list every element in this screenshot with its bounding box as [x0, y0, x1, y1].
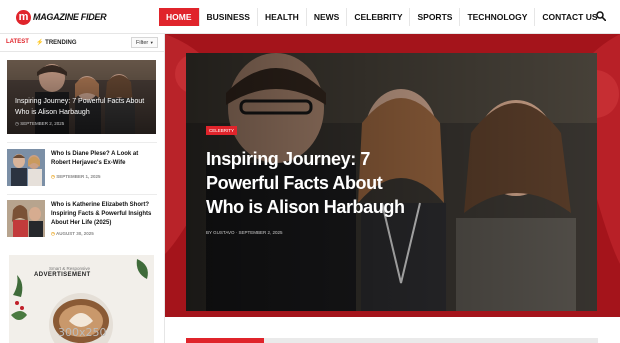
filter-dropdown[interactable]: Filter ▼ [131, 37, 158, 48]
clock-icon: ◷ [51, 174, 55, 179]
sidebar: LATEST ⚡ TRENDING Filter ▼ Inspiring Jou… [0, 34, 165, 343]
list-item-title[interactable]: Who Is Diane Plese? A Look at Robert Her… [51, 150, 157, 168]
search-icon[interactable] [596, 11, 606, 21]
list-item-thumbnail [7, 149, 45, 186]
main-nav: HOME BUSINESS HEALTH NEWS CELEBRITY SPOR… [159, 8, 605, 26]
category-badge[interactable]: CELEBRITY [206, 126, 238, 135]
featured-post-card[interactable]: Inspiring Journey: 7 Powerful Facts Abou… [7, 60, 156, 134]
sidebar-tabs: LATEST ⚡ TRENDING Filter ▼ [0, 34, 165, 52]
site-logo[interactable]: m MAGAZINE FIDER [16, 9, 107, 25]
featured-post-date: ◷ SEPTEMBER 2, 2025 [15, 121, 64, 127]
ad-heading: ADVERTISEMENT [34, 272, 91, 278]
site-header: m MAGAZINE FIDER HOME BUSINESS HEALTH NE… [0, 0, 620, 34]
slider-progress [186, 338, 264, 343]
tab-trending[interactable]: ⚡ TRENDING [36, 39, 77, 46]
ad-size: 300x250 [58, 326, 107, 339]
nav-item-contact-us[interactable]: CONTACT US [535, 8, 604, 26]
ad-tagline: Smart & Responsive [49, 266, 91, 271]
featured-post-title[interactable]: Inspiring Journey: 7 Powerful Facts Abou… [15, 96, 151, 118]
nav-item-business[interactable]: BUSINESS [200, 8, 258, 26]
tab-trending-label: TRENDING [45, 40, 77, 46]
chevron-down-icon: ▼ [149, 40, 154, 45]
divider [7, 142, 157, 143]
list-item-thumbnail [7, 200, 45, 237]
hero-title[interactable]: Inspiring Journey: 7 Powerful Facts Abou… [206, 147, 406, 219]
hero-section: CELEBRITY Inspiring Journey: 7 Powerful … [165, 34, 620, 317]
divider [7, 194, 157, 195]
list-item-image [7, 149, 45, 186]
nav-item-sports[interactable]: SPORTS [410, 8, 461, 26]
hero-meta: BY GUSTAVO · SEPTEMBER 2, 2025 [206, 230, 283, 235]
list-item[interactable]: Who Is Diane Plese? A Look at Robert Her… [7, 149, 157, 189]
tab-latest[interactable]: LATEST [6, 39, 29, 45]
filter-label: Filter [136, 40, 149, 46]
nav-item-home[interactable]: HOME [159, 8, 200, 26]
list-item-date: ◷ AUGUST 30, 2025 [51, 231, 94, 237]
list-item[interactable]: Who is Katherine Elizabeth Short? Inspir… [7, 200, 157, 240]
list-item-date-text: AUGUST 30, 2025 [56, 231, 94, 236]
clock-icon: ◷ [51, 231, 55, 236]
nav-item-technology[interactable]: TECHNOLOGY [460, 8, 536, 26]
featured-post-date-text: SEPTEMBER 2, 2025 [20, 121, 65, 126]
list-item-image [7, 200, 45, 237]
clock-icon: ◷ [15, 121, 19, 126]
nav-item-celebrity[interactable]: CELEBRITY [347, 8, 411, 26]
list-item-title[interactable]: Who is Katherine Elizabeth Short? Inspir… [51, 201, 157, 228]
bolt-icon: ⚡ [36, 40, 44, 46]
list-item-date: ◷ SEPTEMBER 1, 2025 [51, 174, 100, 180]
advertisement-box[interactable]: Smart & Responsive ADVERTISEMENT 300x250 [9, 255, 154, 343]
logo-text: MAGAZINE FIDER [33, 12, 107, 22]
nav-item-news[interactable]: NEWS [307, 8, 348, 26]
nav-item-health[interactable]: HEALTH [258, 8, 307, 26]
list-item-date-text: SEPTEMBER 1, 2025 [56, 174, 101, 179]
logo-badge: m [16, 9, 31, 25]
